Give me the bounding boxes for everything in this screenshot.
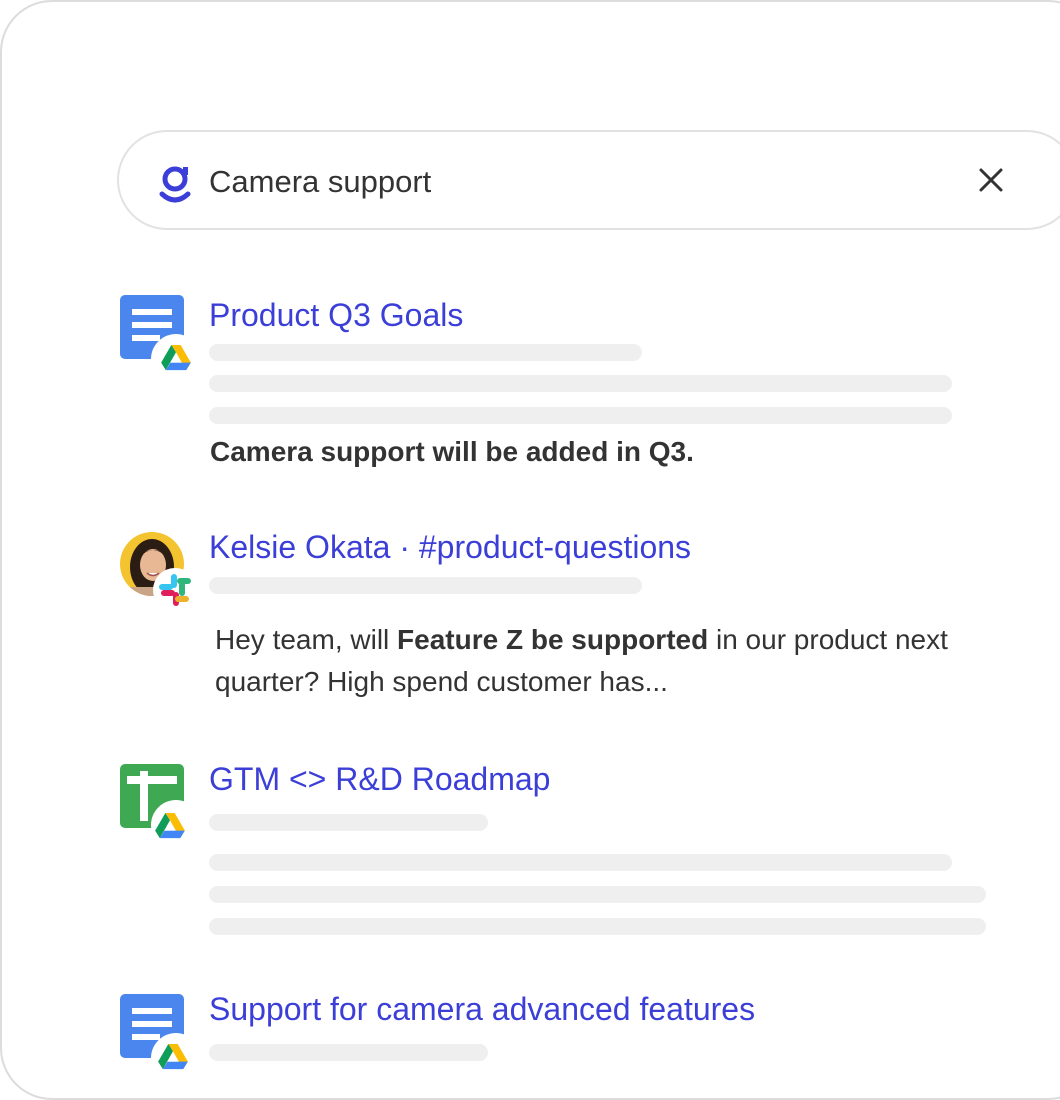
result-title[interactable]: GTM <> R&D Roadmap bbox=[209, 759, 550, 799]
close-icon[interactable] bbox=[973, 162, 1009, 198]
search-panel: Product Q3 Goals Camera support will be … bbox=[0, 0, 1060, 1100]
search-input[interactable] bbox=[209, 158, 829, 206]
result-title[interactable]: Product Q3 Goals bbox=[209, 295, 463, 335]
skeleton-line bbox=[209, 375, 952, 392]
search-bar bbox=[117, 130, 1060, 230]
skeleton-line bbox=[209, 344, 642, 361]
skeleton-line bbox=[209, 814, 488, 831]
result-snippet: Camera support will be added in Q3. bbox=[210, 436, 694, 467]
skeleton-line bbox=[209, 886, 986, 903]
result-title[interactable]: Support for camera advanced features bbox=[209, 989, 755, 1029]
google-docs-icon bbox=[120, 295, 201, 384]
skeleton-line bbox=[209, 854, 952, 871]
glean-logo-icon bbox=[159, 166, 191, 203]
result-snippet: Hey team, will Feature Z be supported in… bbox=[215, 624, 948, 697]
google-docs-icon bbox=[120, 994, 201, 1083]
skeleton-line bbox=[209, 1044, 488, 1061]
avatar bbox=[120, 527, 197, 612]
skeleton-line bbox=[209, 577, 642, 594]
result-title[interactable]: Kelsie Okata · #product-questions bbox=[209, 527, 691, 567]
google-sheets-icon bbox=[120, 759, 201, 850]
skeleton-line bbox=[209, 407, 952, 424]
skeleton-line bbox=[209, 918, 986, 935]
